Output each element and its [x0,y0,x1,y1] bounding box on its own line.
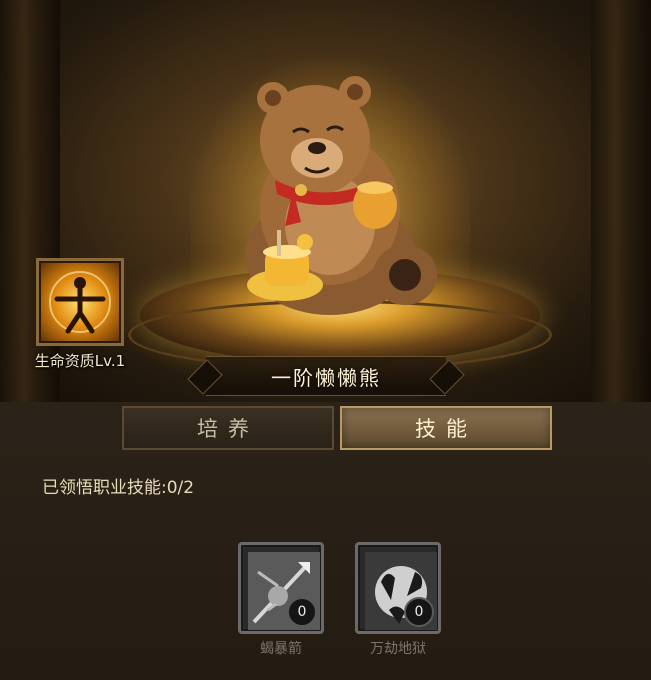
tab-cultivate-label: 培养 [197,417,259,441]
skill-name: 万劫地狱 [370,641,426,657]
tab-cultivate[interactable]: 培养 [122,406,334,450]
bear-pet-image [245,76,437,315]
skill-slot-1[interactable]: 0 蝎暴箭 [238,542,334,657]
skill-frame: 0 [355,542,441,634]
skill-name: 蝎暴箭 [260,641,302,657]
learned-skills-count: 已领悟职业技能:0/2 [42,478,195,498]
skill-frame: 0 [238,542,324,634]
skill-slot-2[interactable]: 0 万劫地狱 [355,542,451,657]
skill-count-badge: 0 [404,597,434,627]
skill-count-badge: 0 [287,597,317,627]
talent-level-label: 生命资质Lv.1 [34,352,126,370]
tab-skills[interactable]: 技能 [340,406,552,450]
right-pillar [591,0,651,402]
talent-icon-button[interactable] [36,258,124,346]
tab-skills-label: 技能 [415,417,477,441]
pet-display-stage: 生命资质Lv.1 一阶懒懒熊 [0,0,651,402]
vitruvian-figure-icon [49,271,111,334]
pet-name-plate: 一阶懒懒熊 [206,356,446,396]
pet-name: 一阶懒懒熊 [271,365,381,390]
